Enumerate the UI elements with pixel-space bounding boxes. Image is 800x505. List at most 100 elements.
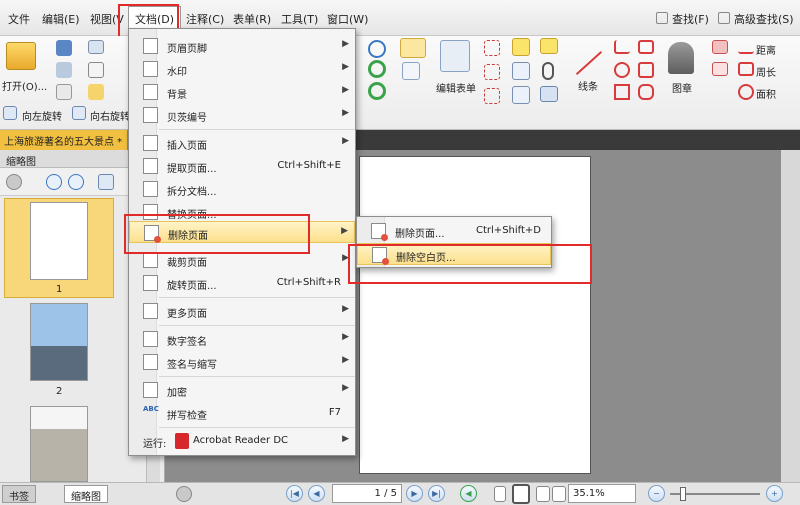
rectangle-icon[interactable] [614, 84, 630, 100]
note-icon[interactable] [540, 38, 558, 54]
perimeter-label[interactable]: 周长 [756, 64, 776, 79]
find-button[interactable]: 查找(F) [672, 11, 709, 27]
text-box-icon[interactable] [512, 62, 530, 80]
menu-item-replace-page[interactable]: 替换页面... [129, 201, 355, 223]
ellipse-icon[interactable] [614, 62, 630, 78]
menu-item-sign-initial[interactable]: 签名与缩写 ▶ [129, 351, 355, 373]
menu-item-encrypt[interactable]: 加密 ▶ [129, 379, 355, 401]
eraser-icon[interactable] [712, 62, 728, 76]
submenu-arrow-icon: ▶ [342, 355, 349, 365]
attach-icon[interactable] [542, 62, 554, 80]
highlight-icon[interactable] [712, 40, 728, 54]
submenu-item-delete-pages[interactable]: 删除页面... Ctrl+Shift+D [357, 220, 551, 242]
distance-label[interactable]: 距离 [756, 42, 776, 57]
rotate-left-label[interactable]: 向左旋转 [22, 108, 62, 123]
polygon-icon[interactable] [638, 62, 654, 78]
last-page-icon[interactable]: ▶| [428, 485, 445, 502]
vertical-scrollbar[interactable] [781, 150, 800, 482]
menu-edit[interactable]: 编辑(E) [42, 11, 80, 27]
menu-item-background[interactable]: 背景 ▶ [129, 81, 355, 103]
menu-item-extract-page[interactable]: 提取页面... Ctrl+Shift+E [129, 155, 355, 177]
menu-form[interactable]: 表单(R) [233, 11, 271, 27]
rotate-right-icon[interactable] [72, 106, 86, 120]
edit-form-icon[interactable] [440, 40, 470, 72]
typewriter-icon[interactable] [512, 38, 530, 56]
menu-tools[interactable]: 工具(T) [281, 11, 318, 27]
open-button-label[interactable]: 打开(O)... [2, 78, 47, 93]
menu-item-rotate-page[interactable]: 旋转页面... Ctrl+Shift+R [129, 272, 355, 294]
bookmark-tab[interactable]: 书签 [2, 485, 36, 503]
polygon-line-icon[interactable] [638, 40, 654, 54]
menu-item-more-pages[interactable]: 更多页面 ▶ [129, 300, 355, 322]
menu-item-spell-check[interactable]: ABC 拼写检查 F7 [129, 402, 355, 424]
area-label[interactable]: 面积 [756, 86, 776, 101]
menu-window[interactable]: 窗口(W) [327, 11, 368, 27]
first-page-icon[interactable]: |◀ [286, 485, 303, 502]
facing-page-icon[interactable] [536, 486, 550, 502]
zoom-out-icon[interactable]: − [648, 485, 665, 502]
document-page[interactable] [359, 156, 591, 474]
facing-continuous-icon[interactable] [552, 486, 566, 502]
menu-item-header-footer[interactable]: 页眉页脚 ▶ [129, 35, 355, 57]
thumbnail-tab[interactable]: 缩略图 [64, 485, 108, 503]
print-icon[interactable] [56, 62, 72, 78]
open-folder-icon[interactable] [6, 42, 36, 70]
menu-document[interactable]: 文档(D) [128, 6, 182, 30]
rotate-left-icon[interactable] [3, 106, 17, 120]
zoom-in-thumb-icon[interactable] [46, 174, 62, 190]
field-tool-icon[interactable] [402, 62, 420, 80]
advanced-find-button[interactable]: 高级查找(S) [734, 11, 794, 27]
menu-item-insert-page[interactable]: 插入页面 ▶ [129, 132, 355, 154]
rotate-right-label[interactable]: 向右旋转 [90, 108, 130, 123]
new-doc-icon[interactable] [88, 62, 104, 78]
rotate-thumb-icon[interactable] [98, 174, 114, 190]
single-page-icon[interactable] [494, 486, 506, 502]
menu-item-crop-page[interactable]: 裁剪页面 ▶ [129, 249, 355, 271]
refresh-icon[interactable] [368, 60, 386, 78]
menu-item-bates[interactable]: 贝茨编号 ▶ [129, 104, 355, 126]
submenu-item-delete-blank-pages[interactable]: 删除空白页... [357, 243, 551, 265]
thumbnail-page-3[interactable] [30, 406, 88, 482]
menu-item-delete-page[interactable]: 删除页面 ▶ [129, 221, 355, 243]
menu-item-digital-signature[interactable]: 数字签名 ▶ [129, 328, 355, 350]
page-number-input[interactable]: 1 / 5 [332, 484, 402, 503]
zoom-slider-handle[interactable] [680, 487, 686, 501]
menu-view[interactable]: 视图(V [90, 11, 124, 27]
stamp-icon[interactable] [668, 42, 694, 74]
sound-icon[interactable] [540, 86, 558, 102]
cloud-icon[interactable] [638, 84, 654, 100]
edit-form-label[interactable]: 编辑表单 [436, 80, 476, 95]
text-tool-icon[interactable] [400, 38, 426, 58]
zoom-out-thumb-icon[interactable] [68, 174, 84, 190]
zoom-select[interactable]: 35.1% [568, 484, 636, 503]
callout-icon[interactable] [512, 86, 530, 104]
email-icon[interactable] [88, 40, 104, 54]
menu-item-watermark[interactable]: 水印 ▶ [129, 58, 355, 80]
menu-item-run-acrobat[interactable]: 运行: Acrobat Reader DC ▶ [129, 430, 355, 452]
document-tab[interactable]: 上海旅游著名的五大景点 * [0, 130, 128, 150]
arrow-icon[interactable] [614, 40, 630, 54]
refresh-back-icon[interactable] [368, 82, 386, 100]
thumbnail-page-2[interactable] [30, 303, 88, 381]
gear-icon[interactable] [6, 174, 22, 190]
select-area-icon[interactable] [484, 64, 500, 80]
stamp-label[interactable]: 图章 [672, 80, 692, 95]
stamp-mini-icon[interactable] [88, 84, 104, 100]
save-icon[interactable] [56, 40, 72, 56]
scan-icon[interactable] [56, 84, 72, 100]
menu-item-split-document[interactable]: 拆分文档... [129, 178, 355, 200]
back-icon[interactable]: ◀ [460, 485, 477, 502]
crop-icon[interactable] [484, 40, 500, 56]
zoom-in-icon[interactable] [368, 40, 386, 58]
menu-file[interactable]: 文件 [8, 11, 30, 27]
settings-icon[interactable] [176, 486, 192, 502]
zoom-in-icon[interactable]: + [766, 485, 783, 502]
menu-comment[interactable]: 注释(C) [186, 11, 224, 27]
continuous-page-icon[interactable] [512, 484, 530, 504]
thumbnail-page-1[interactable] [30, 202, 88, 280]
snapshot-icon[interactable] [484, 88, 500, 104]
line-label[interactable]: 线条 [578, 78, 598, 93]
prev-page-icon[interactable]: ◀ [308, 485, 325, 502]
line-icon[interactable] [575, 50, 603, 76]
next-page-icon[interactable]: ▶ [406, 485, 423, 502]
